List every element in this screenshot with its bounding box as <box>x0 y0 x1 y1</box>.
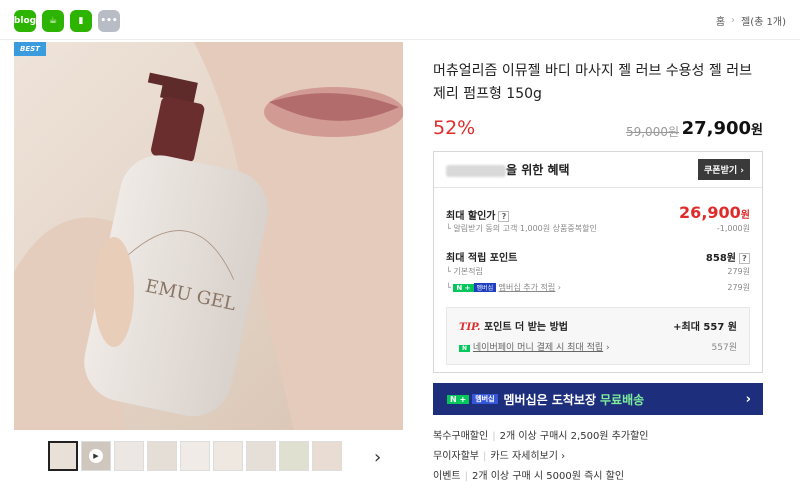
breadcrumb-separator: › <box>731 15 736 26</box>
list-item: 이벤트 | 2개 이상 구매 시 5000원 즉시 할인 <box>433 467 648 487</box>
thumbnail[interactable] <box>180 441 210 471</box>
thumbnail[interactable] <box>147 441 177 471</box>
member-points-link[interactable]: 멤버십 추가 적립 <box>499 283 556 292</box>
sale-price-unit: 원 <box>751 123 763 138</box>
product-main-image[interactable]: BEST EMU GEL <box>14 42 403 430</box>
tip-text: 포인트 더 받는 방법 <box>483 322 568 333</box>
tip-value: +최대 557 원 <box>673 322 737 333</box>
list-item: 복수구매할인 | 2개 이상 구매시 2,500원 추가할인 <box>433 427 648 447</box>
points-value-text: 858원 <box>705 253 736 264</box>
extra-label: 이벤트 <box>433 471 461 482</box>
price-row: 52% 59,000원 27,900원 <box>433 117 763 143</box>
breadcrumb-home[interactable]: 홈 <box>716 13 725 28</box>
naver-n-icon: N + <box>453 284 474 292</box>
benefit-header: 을 위한 혜택 쿠폰받기 › <box>434 152 762 188</box>
thumbnail-next-icon[interactable]: › <box>374 447 381 468</box>
benefit-title-text: 을 위한 혜택 <box>506 163 570 177</box>
extra-value: 2개 이상 구매시 2,500원 추가할인 <box>499 431 649 442</box>
membership-badge: 멤버십 <box>473 283 497 292</box>
cafe-icon[interactable]: ☕ <box>42 10 64 32</box>
banner-text: 멤버십은 도착보장 <box>503 392 597 407</box>
thumbnail[interactable] <box>48 441 78 471</box>
max-discount-unit: 원 <box>740 210 750 221</box>
member-points-label[interactable]: └ N + 멤버십 멤버십 추가 적립 › <box>446 282 561 293</box>
separator: | <box>492 431 496 442</box>
tip-title: TIP. 포인트 더 받는 방법 <box>459 318 568 333</box>
benefit-title: 을 위한 혜택 <box>446 161 570 178</box>
banner-membership-badge: 멤버십 <box>472 394 498 404</box>
help-icon[interactable]: ? <box>739 253 750 264</box>
separator: | <box>464 471 468 482</box>
sale-price: 27,900원 <box>682 118 763 139</box>
base-points-label: └ 기본적립 <box>446 267 483 276</box>
card-detail-link[interactable]: 카드 자세히보기 › <box>490 451 565 462</box>
base-points-value: 279원 <box>727 267 750 276</box>
thumbnail[interactable] <box>279 441 309 471</box>
extra-value: 2개 이상 구매 시 5000원 즉시 할인 <box>471 471 625 482</box>
bookmark-icon[interactable]: ▮ <box>70 10 92 32</box>
video-thumbnail[interactable]: ▶ <box>81 441 111 471</box>
help-icon[interactable]: ? <box>498 211 510 222</box>
top-bar: blog ☕ ▮ ••• 홈 › 젤(총 1개) <box>0 0 800 40</box>
member-points-value: 279원 <box>727 283 750 292</box>
discount-rate: 52% <box>433 117 476 139</box>
thumbnail[interactable] <box>213 441 243 471</box>
blog-icon[interactable]: blog <box>14 10 36 32</box>
breadcrumb: 홈 › 젤(총 1개) <box>716 13 786 28</box>
thumbnail[interactable] <box>312 441 342 471</box>
blurred-username <box>446 164 506 177</box>
coupon-button[interactable]: 쿠폰받기 › <box>698 159 750 180</box>
thumbnail-strip: ▶ <box>48 441 342 471</box>
thumbnail[interactable] <box>246 441 276 471</box>
benefit-box: 을 위한 혜택 쿠폰받기 › 최대 할인가? 26,900원 └ 알림받기 동의… <box>433 151 763 373</box>
separator: | <box>483 451 487 462</box>
alarm-value: -1,000원 <box>716 224 750 233</box>
alarm-note-text: 알림받기 동의 고객 1,000원 상품중복할인 <box>453 224 597 233</box>
max-discount-amount: 26,900 <box>679 203 741 222</box>
thumbnail[interactable] <box>114 441 144 471</box>
product-info: 머츄얼리즘 이뮤젤 바디 마사지 젤 러브 수용성 젤 러브제리 펌프형 150… <box>433 60 763 106</box>
naverpay-icon: N <box>459 345 471 352</box>
list-item: 무이자할부 | 카드 자세히보기 › <box>433 447 648 467</box>
naver-n-icon: N + <box>447 394 470 404</box>
breadcrumb-current[interactable]: 젤(총 1개) <box>741 13 786 28</box>
membership-banner[interactable]: N + 멤버십 멤버십은 도착보장 무료배송 › <box>433 383 763 415</box>
max-discount-value: 26,900원 <box>679 203 750 222</box>
pay-point-value: 557원 <box>711 343 737 353</box>
extra-label: 복수구매할인 <box>433 431 489 442</box>
points-label: 최대 적립 포인트 <box>446 253 518 264</box>
play-icon: ▶ <box>89 449 103 463</box>
more-icon[interactable]: ••• <box>98 10 120 32</box>
max-discount-label-text: 최대 할인가 <box>446 211 496 222</box>
best-badge: BEST <box>14 42 46 56</box>
base-points-label-text: 기본적립 <box>453 267 483 276</box>
product-photo: EMU GEL <box>14 42 403 430</box>
points-value: 858원? <box>706 249 750 264</box>
chevron-right-icon: › <box>745 391 751 407</box>
extra-label: 무이자할부 <box>433 451 479 462</box>
point-tip-box: TIP. 포인트 더 받는 방법 +최대 557 원 N 네이버페이 머니 결제… <box>446 307 750 365</box>
extra-info-list: 복수구매할인 | 2개 이상 구매시 2,500원 추가할인 무이자할부 | 카드 자세… <box>433 427 648 487</box>
alarm-note: └ 알림받기 동의 고객 1,000원 상품중복할인 <box>446 224 597 233</box>
tip-label: TIP. <box>459 322 481 333</box>
pay-point-link[interactable]: 네이버페이 머니 결제 시 최대 적립 <box>473 343 603 353</box>
max-discount-label: 최대 할인가? <box>446 207 510 222</box>
pay-point-row[interactable]: N 네이버페이 머니 결제 시 최대 적립 › <box>459 340 610 353</box>
original-price: 59,000원 <box>625 125 679 139</box>
banner-highlight: 무료배송 <box>600 392 645 407</box>
sale-price-value: 27,900 <box>681 118 752 139</box>
product-title: 머츄얼리즘 이뮤젤 바디 마사지 젤 러브 수용성 젤 러브제리 펌프형 150… <box>433 63 752 102</box>
